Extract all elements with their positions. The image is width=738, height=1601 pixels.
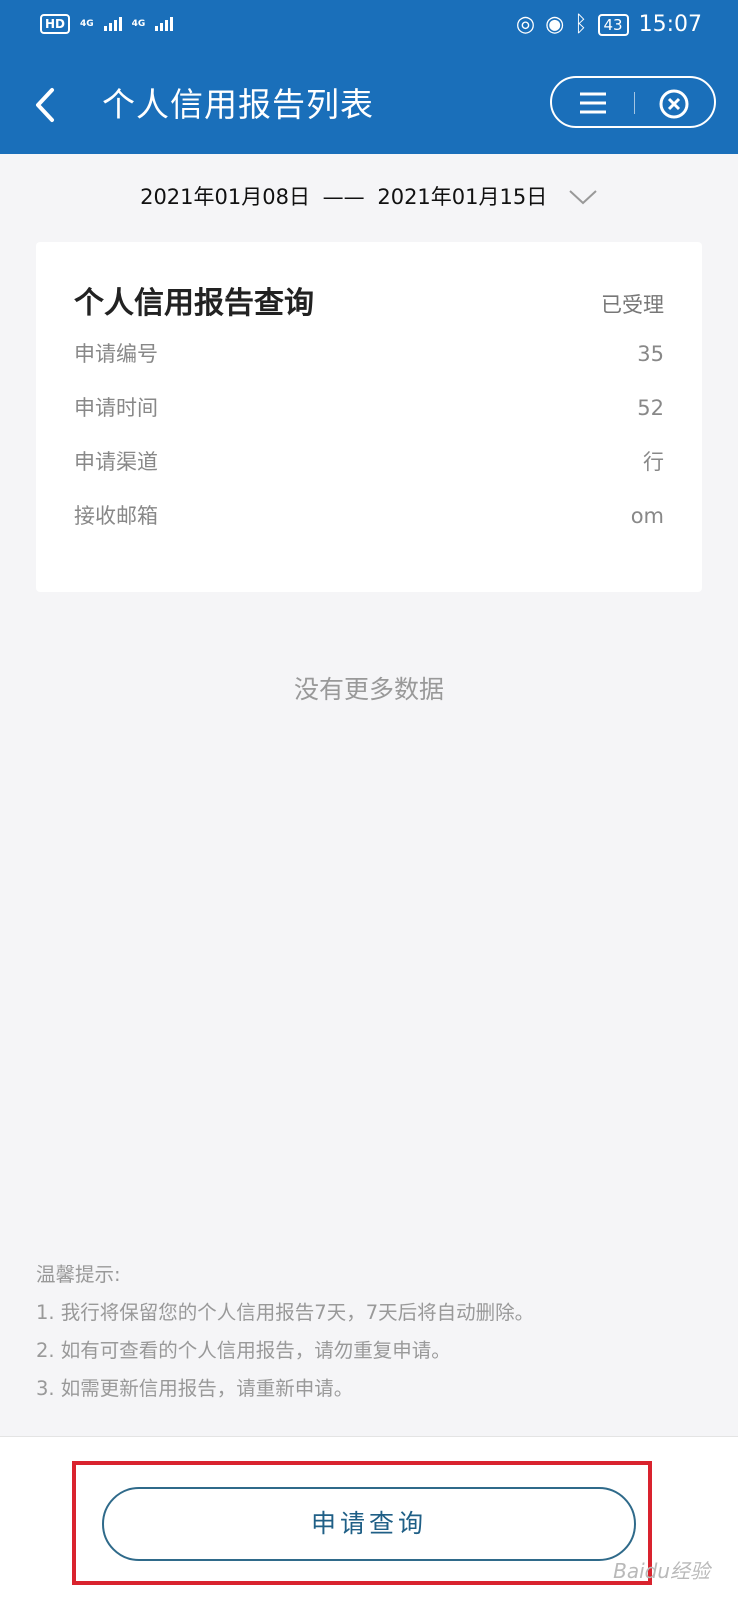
status-time: 15:07 — [638, 12, 702, 37]
status-right: ◎ ◉ ᛒ 43 15:07 — [516, 12, 702, 37]
tip-item: 3. 如需更新信用报告，请重新申请。 — [36, 1377, 354, 1400]
detail-value: 行 — [643, 450, 664, 474]
status-bar: HD 4G 4G ◎ ◉ ᛒ 43 15:07 — [0, 0, 738, 56]
app-header: 个人信用报告列表 — [0, 56, 738, 154]
menu-button[interactable] — [578, 91, 608, 115]
detail-label: 申请渠道 — [74, 450, 158, 474]
tip-item: 1. 我行将保留您的个人信用报告7天，7天后将自动删除。 — [36, 1301, 535, 1324]
detail-label: 接收邮箱 — [74, 504, 158, 528]
status-left: HD 4G 4G — [40, 14, 174, 34]
detail-row-email: 接收邮箱 om — [74, 498, 664, 534]
baidu-watermark: Baidu经验 — [613, 1559, 710, 1583]
chevron-left-icon — [36, 88, 54, 122]
detail-label: 申请时间 — [74, 396, 158, 420]
status-badge: 已受理 — [601, 293, 664, 317]
date-separator: —— — [322, 185, 365, 209]
report-card[interactable]: 个人信用报告查询 已受理 申请编号 35 申请时间 52 申请渠道 行 接收邮箱… — [36, 242, 702, 592]
no-more-data-text: 没有更多数据 — [293, 675, 444, 704]
close-circle-icon — [659, 89, 689, 119]
report-title: 个人信用报告查询 — [74, 286, 314, 321]
mini-program-capsule — [550, 76, 716, 128]
battery-icon: 43 — [597, 13, 629, 36]
page-title: 个人信用报告列表 — [102, 85, 374, 124]
detail-row-application-number: 申请编号 35 — [74, 336, 664, 372]
menu-icon — [580, 92, 606, 114]
detail-value: 52 — [637, 396, 664, 420]
chevron-down-icon — [569, 190, 597, 205]
hd-badge: HD — [40, 14, 71, 34]
date-range-selector[interactable]: 2021年01月08日 —— 2021年01月15日 — [0, 176, 738, 217]
capsule-divider — [634, 92, 635, 114]
tips-section: 温馨提示: 1. 我行将保留您的个人信用报告7天，7天后将自动删除。 2. 如有… — [36, 1256, 534, 1408]
signal-icon-2 — [155, 17, 174, 31]
detail-row-application-time: 申请时间 52 — [74, 390, 664, 426]
eye-comfort-icon: ◉ — [545, 12, 565, 37]
tip-item: 2. 如有可查看的个人信用报告，请勿重复申请。 — [36, 1339, 451, 1362]
nfc-icon: ◎ — [515, 12, 536, 37]
close-button[interactable] — [658, 88, 690, 120]
detail-value: 35 — [637, 342, 664, 366]
apply-query-button[interactable]: 申请查询 — [102, 1487, 636, 1561]
back-button[interactable] — [28, 80, 68, 130]
detail-row-application-channel: 申请渠道 行 — [74, 444, 664, 480]
start-date: 2021年01月08日 — [140, 185, 310, 209]
sim1-label: 4G — [80, 19, 94, 29]
tips-heading: 温馨提示: — [36, 1263, 121, 1286]
detail-value: om — [630, 504, 664, 528]
detail-label: 申请编号 — [74, 342, 158, 366]
bluetooth-icon: ᛒ — [574, 12, 588, 37]
sim2-label: 4G — [131, 19, 146, 29]
end-date: 2021年01月15日 — [377, 185, 548, 209]
signal-icon-1 — [103, 17, 122, 31]
bottom-bar: 申请查询 Baidu经验 — [0, 1436, 738, 1601]
